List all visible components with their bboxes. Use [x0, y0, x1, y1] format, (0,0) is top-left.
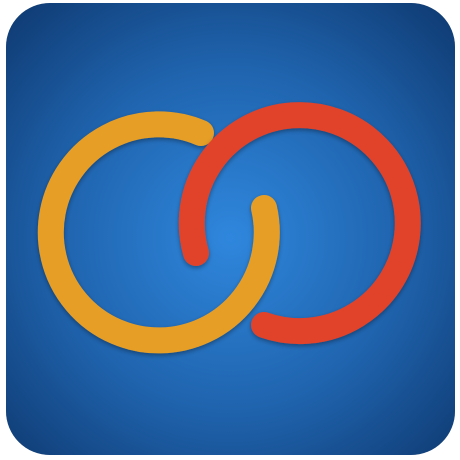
- icon-background: [6, 3, 455, 455]
- app-icon-tile[interactable]: [6, 3, 455, 455]
- app-icon-canvas: [0, 0, 460, 460]
- linked-rings-icon: [6, 3, 455, 455]
